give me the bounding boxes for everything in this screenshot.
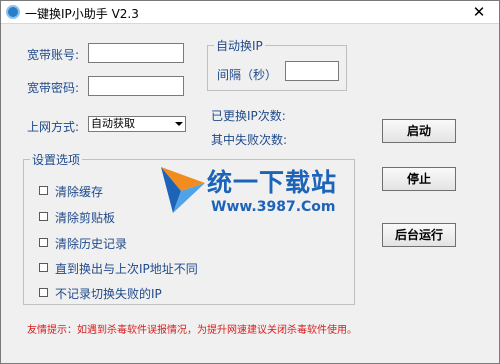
option-label-skip-failed-ip: 不记录切换失败的IP	[55, 287, 162, 301]
watermark-url: Www.3987.Com	[211, 199, 336, 215]
watermark: 统一下载站 Www.3987.Com	[159, 161, 359, 241]
password-label: 宽带密码:	[27, 81, 80, 95]
interval-label: 间隔（秒）	[217, 68, 278, 82]
option-label-clear-clipboard: 清除剪贴板	[55, 211, 116, 225]
network-mode-label: 上网方式:	[27, 120, 80, 134]
watermark-title: 统一下载站	[207, 168, 338, 197]
close-icon[interactable]: ✕	[459, 1, 499, 23]
stop-button[interactable]: 停止	[382, 167, 456, 191]
interval-input[interactable]	[285, 61, 339, 81]
app-icon	[6, 5, 20, 19]
checkbox-clear-history[interactable]	[39, 238, 48, 247]
notice-text: 友情提示：如遇到杀毒软件误报情况，为提升网速建议关闭杀毒软件使用。	[27, 325, 357, 336]
auto-switch-title: 自动换IP	[214, 37, 265, 54]
checkbox-clear-clipboard[interactable]	[39, 212, 48, 221]
option-label-clear-cache: 清除缓存	[55, 185, 104, 199]
watermark-logo-icon	[161, 167, 205, 213]
changed-count-label: 已更换IP次数:	[211, 109, 286, 123]
failed-count-label: 其中失败次数:	[211, 133, 288, 147]
background-run-button[interactable]: 后台运行	[382, 223, 456, 247]
settings-title: 设置选项	[30, 151, 83, 168]
chevron-down-icon	[175, 122, 183, 126]
username-input[interactable]	[88, 43, 184, 63]
network-mode-select[interactable]: 自动获取	[88, 116, 186, 132]
password-input[interactable]	[88, 76, 184, 96]
start-button[interactable]: 启动	[382, 119, 456, 143]
app-window: 一键换IP小助手 V2.3 ✕ 宽带账号: 宽带密码: 上网方式: 自动获取 自…	[0, 0, 500, 364]
option-label-until-different-ip: 直到换出与上次IP地址不同	[55, 262, 198, 276]
window-title: 一键换IP小助手 V2.3	[25, 7, 139, 21]
network-mode-value: 自动获取	[91, 117, 135, 130]
username-label: 宽带账号:	[27, 48, 80, 62]
option-label-clear-history: 清除历史记录	[55, 237, 128, 251]
checkbox-until-different-ip[interactable]	[39, 263, 48, 272]
checkbox-skip-failed-ip[interactable]	[39, 288, 48, 297]
checkbox-clear-cache[interactable]	[39, 186, 48, 195]
title-bar: 一键换IP小助手 V2.3 ✕	[1, 1, 499, 24]
